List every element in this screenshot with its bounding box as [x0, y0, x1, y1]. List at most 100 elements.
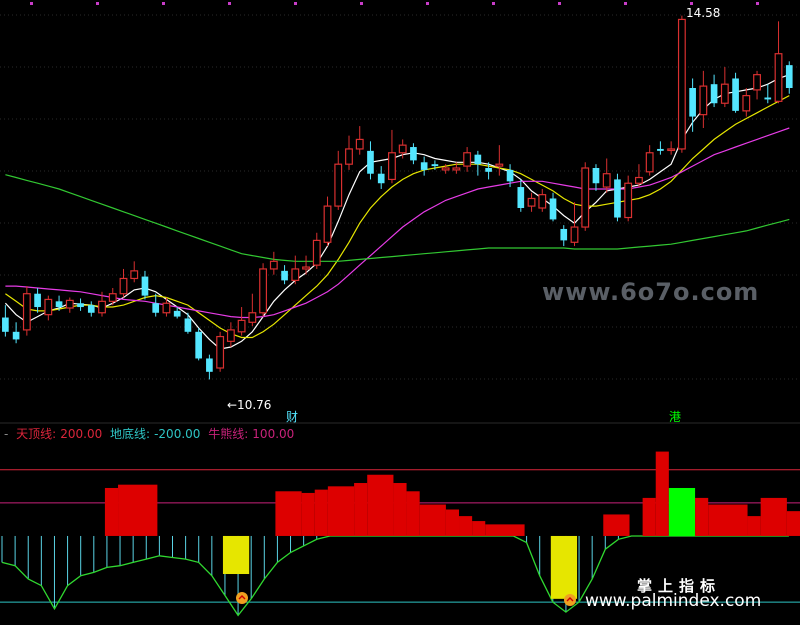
indicator-bar [406, 491, 420, 536]
legend-dash: - [4, 427, 9, 441]
top-tick-dot [624, 2, 627, 5]
top-tick-dot [360, 2, 363, 5]
candle-body-up [323, 205, 332, 243]
indicator-bar [393, 483, 407, 536]
candle-body-up [495, 163, 504, 167]
candle-body-up [216, 335, 225, 369]
candle-body-down [420, 162, 428, 170]
signal-marker [564, 594, 576, 606]
candle-body-down [55, 301, 63, 308]
candle-body-up [667, 148, 676, 152]
indicator-bar [275, 491, 302, 536]
candle-body-down [173, 310, 181, 317]
stock-chart [0, 2, 800, 617]
candle-body-down [592, 168, 600, 184]
candle-body-down [87, 305, 95, 313]
indicator-bar [760, 497, 787, 536]
legend-bull-name: 牛熊线: [208, 427, 249, 441]
candle-body-down [77, 303, 84, 308]
candle-body-up [302, 266, 310, 270]
indicator-bar [550, 535, 578, 599]
candle-body-up [452, 167, 461, 171]
candle-body-down [732, 78, 739, 111]
candle-body-down [474, 154, 482, 165]
candle-body-down [431, 164, 439, 167]
candle-body-down [367, 150, 374, 174]
indicator-bar [668, 487, 696, 536]
signal-marker [236, 592, 248, 604]
indicator-bar [695, 497, 709, 536]
candle-body-up [527, 197, 536, 207]
candle-body-up [119, 277, 128, 295]
candle-body-up [162, 302, 171, 314]
candle-body-down [764, 97, 772, 100]
candle-body-up [753, 74, 761, 91]
legend-bottom-name: 地底线: [110, 427, 151, 441]
candle-body-up [645, 152, 654, 173]
legend-top-name: 天顶线: [16, 427, 57, 441]
candle-body-down [141, 276, 149, 296]
candle-body-up [398, 144, 407, 154]
legend-bottom-value: -200.00 [154, 427, 201, 441]
candle-body-up [624, 182, 633, 219]
candle-body-up [269, 260, 278, 270]
indicator-bar [747, 516, 761, 536]
candle-body-up [248, 312, 257, 323]
top-tick-dot [690, 2, 693, 5]
candle-body-up [538, 194, 547, 209]
candle-body-up [355, 138, 364, 150]
candle-body-down [184, 318, 192, 332]
indicator-bar [708, 504, 748, 536]
candle-body-up [237, 319, 246, 333]
candle-body-up [602, 173, 611, 188]
top-tick-dot [294, 2, 297, 5]
candle-body-up [699, 85, 708, 116]
candle-body-down [614, 179, 621, 218]
candle-body-up [634, 176, 643, 184]
candle-body-down [377, 173, 385, 184]
candle-body-up [44, 298, 53, 316]
indicator-bar [104, 487, 119, 536]
indicator-bar [118, 484, 158, 536]
moving-average-lines [4, 74, 790, 350]
candle-body-up [774, 53, 783, 102]
candle-body-down [206, 358, 213, 372]
candle-body-up [259, 268, 268, 314]
marker-gang: 港 [669, 410, 682, 424]
candlesticks [2, 15, 793, 380]
indicator-bar [419, 504, 446, 536]
legend-top-value: 200.00 [60, 427, 103, 441]
indicator-bar [301, 492, 315, 536]
candle-body-up [108, 293, 117, 302]
indicator-legend: - 天顶线: 200.00 地底线: -200.00 牛熊线: 100.00 [4, 425, 298, 442]
candle-body-down [549, 198, 557, 220]
candle-body-up [345, 148, 353, 165]
watermark-palmindex: www.palmindex.com [585, 591, 762, 611]
top-tick-dot [228, 2, 231, 5]
candle-body-down [195, 331, 202, 359]
candle-body-down [657, 148, 664, 151]
indicator-bar [445, 509, 460, 536]
top-tick-dot [162, 2, 165, 5]
indicator-bar [367, 474, 394, 536]
indicator-bar [314, 489, 328, 536]
indicator-bar [786, 511, 800, 536]
candle-body-down [485, 168, 492, 172]
top-tick-dot [30, 2, 33, 5]
top-tick-dot [558, 2, 561, 5]
indicator-bar [222, 535, 250, 575]
candle-body-down [710, 84, 718, 104]
candle-body-up [677, 18, 686, 150]
top-tick-dot [426, 2, 429, 5]
candle-body-down [34, 293, 41, 308]
candle-body-up [742, 95, 751, 112]
marker-cai: 财 [286, 410, 299, 424]
high-price-label: 14.58 [686, 6, 721, 20]
top-tick-dot [756, 2, 759, 5]
watermark-6o7o: www.6o7o.com [542, 278, 760, 306]
candle-body-down [517, 187, 525, 208]
candle-body-up [98, 300, 106, 314]
candle-body-down [2, 317, 9, 332]
candle-body-down [281, 270, 288, 281]
top-tick-dot [492, 2, 495, 5]
